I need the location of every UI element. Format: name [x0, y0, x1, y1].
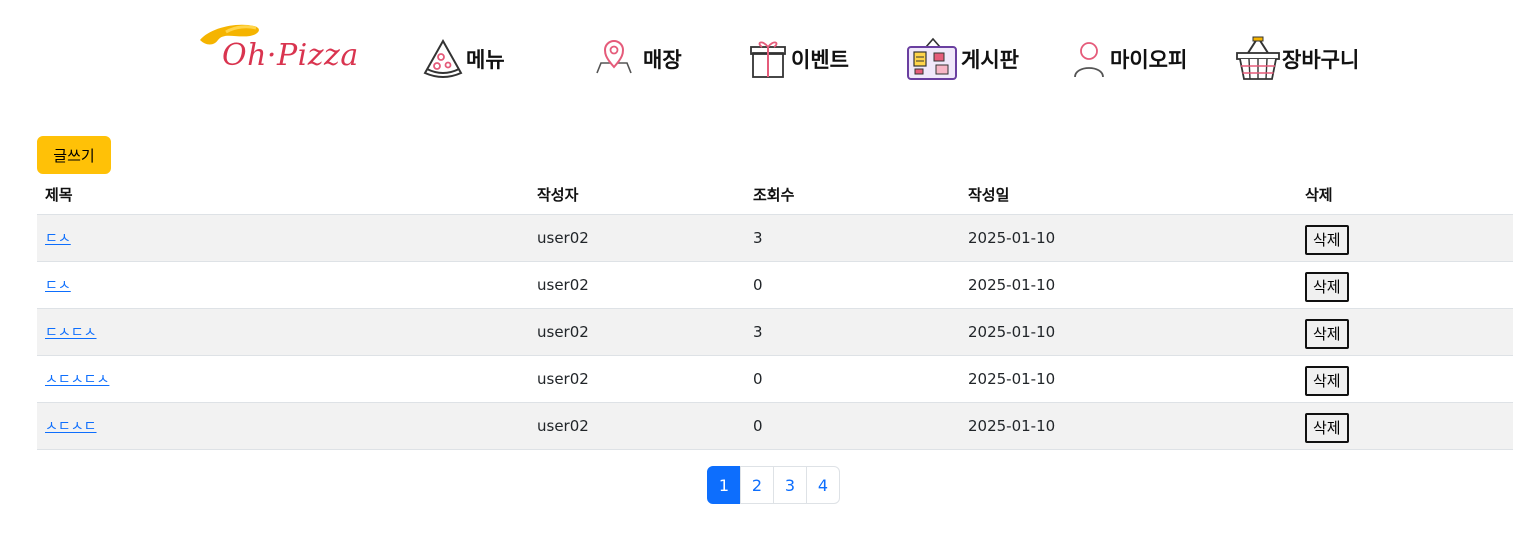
board-table: 제목 작성자 조회수 작성일 삭제 ㄷㅅ user02 3 2025-01-10…: [37, 176, 1513, 450]
table-row: ㄷㅅ user02 0 2025-01-10 삭제: [37, 261, 1513, 309]
nav-label-menu: 메뉴: [466, 48, 505, 72]
page-link-2[interactable]: 2: [740, 466, 774, 504]
write-button[interactable]: 글쓰기: [37, 136, 111, 174]
cell-delete: 삭제: [1297, 214, 1513, 262]
nav-label-board: 게시판: [961, 48, 1019, 72]
delete-button[interactable]: 삭제: [1305, 365, 1349, 396]
nav-label-cart: 장바구니: [1282, 48, 1360, 72]
map-pin-icon: [585, 36, 643, 82]
cell-delete: 삭제: [1297, 261, 1513, 309]
cell-views: 3: [745, 214, 960, 262]
page-link-4[interactable]: 4: [806, 466, 840, 504]
cell-author: user02: [529, 402, 745, 450]
page-link-1[interactable]: 1: [707, 466, 741, 504]
cell-date: 2025-01-10: [960, 355, 1297, 403]
delete-button[interactable]: 삭제: [1305, 224, 1349, 255]
nav-label-mypage: 마이오피: [1110, 48, 1188, 72]
cell-date: 2025-01-10: [960, 402, 1297, 450]
nav-label-event: 이벤트: [791, 48, 849, 72]
delete-button[interactable]: 삭제: [1305, 271, 1349, 302]
cell-views: 3: [745, 308, 960, 356]
nav-item-cart[interactable]: 장바구니: [1234, 34, 1359, 84]
cell-delete: 삭제: [1297, 402, 1513, 450]
nav-item-board[interactable]: 게시판: [905, 34, 1019, 84]
pagination: 1 2 3 4: [707, 466, 840, 504]
cell-title: ㅅㄷㅅㄷㅅ: [37, 355, 529, 403]
logo-text: Oh·Pizza: [222, 38, 359, 73]
header-date: 작성일: [960, 176, 1297, 215]
nav-item-event[interactable]: 이벤트: [745, 34, 849, 84]
post-title-link[interactable]: ㅅㄷㅅㄷㅅ: [45, 372, 109, 388]
gift-icon: [745, 36, 791, 82]
header-delete: 삭제: [1297, 176, 1513, 215]
cell-author: user02: [529, 355, 745, 403]
nav-item-menu[interactable]: 메뉴: [420, 34, 505, 84]
nav-item-store[interactable]: 매장: [585, 34, 682, 84]
basket-icon: [1234, 36, 1282, 82]
post-title-link[interactable]: ㄷㅅ: [45, 231, 71, 247]
nav-item-mypage[interactable]: 마이오피: [1068, 34, 1187, 84]
pizza-slice-icon: [420, 36, 466, 82]
cell-author: user02: [529, 214, 745, 262]
cell-date: 2025-01-10: [960, 261, 1297, 309]
table-row: ㄷㅅㄷㅅ user02 3 2025-01-10 삭제: [37, 308, 1513, 356]
delete-button[interactable]: 삭제: [1305, 412, 1349, 443]
cell-views: 0: [745, 402, 960, 450]
table-row: ㄷㅅ user02 3 2025-01-10 삭제: [37, 214, 1513, 262]
table-header-row: 제목 작성자 조회수 작성일 삭제: [37, 176, 1513, 215]
post-title-link[interactable]: ㄷㅅ: [45, 278, 71, 294]
cell-date: 2025-01-10: [960, 308, 1297, 356]
header-views: 조회수: [745, 176, 960, 215]
delete-button[interactable]: 삭제: [1305, 318, 1349, 349]
page-link-3[interactable]: 3: [773, 466, 807, 504]
cell-delete: 삭제: [1297, 308, 1513, 356]
post-title-link[interactable]: ㄷㅅㄷㅅ: [45, 325, 97, 341]
cell-views: 0: [745, 355, 960, 403]
cell-title: ㄷㅅㄷㅅ: [37, 308, 529, 356]
bulletin-board-icon: [905, 36, 961, 82]
nav-label-store: 매장: [643, 48, 682, 72]
cell-views: 0: [745, 261, 960, 309]
cell-delete: 삭제: [1297, 355, 1513, 403]
user-icon: [1068, 36, 1110, 82]
header-author: 작성자: [529, 176, 745, 215]
brand-logo[interactable]: Oh·Pizza: [196, 18, 359, 78]
cell-title: ㄷㅅ: [37, 261, 529, 309]
cell-date: 2025-01-10: [960, 214, 1297, 262]
cell-title: ㅅㄷㅅㄷ: [37, 402, 529, 450]
header-title: 제목: [37, 176, 529, 215]
table-row: ㅅㄷㅅㄷㅅ user02 0 2025-01-10 삭제: [37, 355, 1513, 403]
cell-title: ㄷㅅ: [37, 214, 529, 262]
post-title-link[interactable]: ㅅㄷㅅㄷ: [45, 419, 97, 435]
cell-author: user02: [529, 261, 745, 309]
table-row: ㅅㄷㅅㄷ user02 0 2025-01-10 삭제: [37, 402, 1513, 450]
cell-author: user02: [529, 308, 745, 356]
